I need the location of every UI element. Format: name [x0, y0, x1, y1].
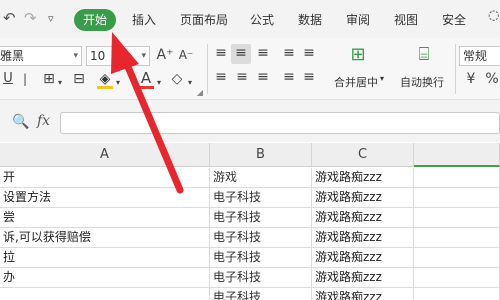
arrow-shaft [122, 58, 184, 194]
annotation-arrow [111, 32, 184, 194]
arrow-head [111, 32, 139, 74]
